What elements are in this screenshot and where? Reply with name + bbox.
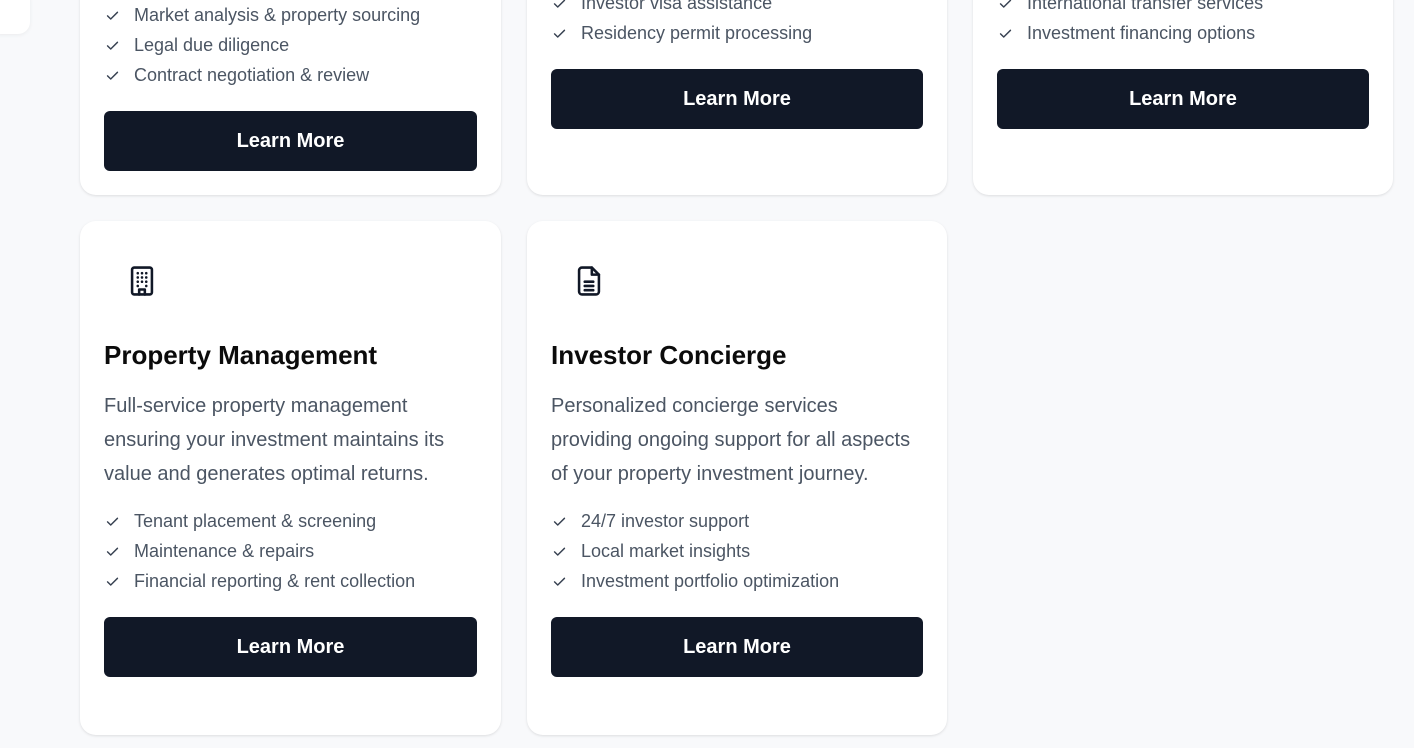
learn-more-button[interactable]: Learn More [104, 111, 477, 171]
service-card: Market analysis & property sourcing Lega… [80, 0, 501, 195]
feature-text: Investment financing options [1027, 22, 1256, 43]
card-description: Full-service property management ensurin… [104, 395, 445, 485]
feature-text: 24/7 investor support [581, 510, 750, 531]
service-card: International transfer services Investme… [973, 0, 1393, 195]
feature-item: Local market insights [551, 536, 923, 566]
feature-text: Legal due diligence [134, 34, 290, 55]
checkmark-icon [104, 513, 134, 530]
feature-list: Tenant placement & screening Maintenance… [104, 506, 477, 596]
feature-item: Residency permit processing [551, 18, 923, 48]
feature-item: Market analysis & property sourcing [104, 0, 477, 30]
feature-text: Investor visa assistance [581, 0, 773, 13]
checkmark-icon [104, 7, 134, 24]
checkmark-icon [104, 543, 134, 560]
feature-text: Financial reporting & rent collection [134, 570, 416, 591]
feature-list: Market analysis & property sourcing Lega… [104, 0, 477, 90]
checkmark-icon [551, 573, 581, 590]
learn-more-button[interactable]: Learn More [104, 617, 477, 677]
feature-item: International transfer services [997, 0, 1369, 18]
checkmark-icon [551, 543, 581, 560]
feature-text: Residency permit processing [581, 22, 813, 43]
service-card-property-management: Property Management Full-service propert… [80, 221, 501, 735]
card-title: Property Management [104, 340, 378, 370]
feature-item: Financial reporting & rent collection [104, 566, 477, 596]
feature-list: International transfer services Investme… [997, 0, 1369, 48]
building-icon [122, 261, 162, 301]
checkmark-icon [551, 513, 581, 530]
learn-more-button[interactable]: Learn More [997, 69, 1369, 129]
feature-text: Contract negotiation & review [134, 64, 370, 85]
card-title: Investor Concierge [551, 340, 787, 370]
feature-text: Market analysis & property sourcing [134, 4, 421, 25]
feature-item: Legal due diligence [104, 30, 477, 60]
feature-item: Maintenance & repairs [104, 536, 477, 566]
feature-text: Local market insights [581, 540, 751, 561]
feature-text: Maintenance & repairs [134, 540, 315, 561]
checkmark-icon [104, 67, 134, 84]
feature-text: Tenant placement & screening [134, 510, 377, 531]
checkmark-icon [997, 25, 1027, 42]
feature-item: Tenant placement & screening [104, 506, 477, 536]
feature-item: Investment portfolio optimization [551, 566, 923, 596]
feature-list: Investor visa assistance Residency permi… [551, 0, 923, 48]
feature-list: 24/7 investor support Local market insig… [551, 506, 923, 596]
checkmark-icon [551, 0, 581, 12]
services-page: Market analysis & property sourcing Lega… [0, 0, 1414, 748]
feature-text: Investment portfolio optimization [581, 570, 840, 591]
service-card: Investor visa assistance Residency permi… [527, 0, 947, 195]
checkmark-icon [551, 25, 581, 42]
feature-item: Investment financing options [997, 18, 1369, 48]
partial-card-edge [0, 0, 30, 34]
service-card-investor-concierge: Investor Concierge Personalized concierg… [527, 221, 947, 735]
feature-item: Investor visa assistance [551, 0, 923, 18]
checkmark-icon [104, 573, 134, 590]
learn-more-button[interactable]: Learn More [551, 69, 923, 129]
feature-item: 24/7 investor support [551, 506, 923, 536]
card-description: Personalized concierge services providin… [551, 395, 911, 485]
feature-item: Contract negotiation & review [104, 60, 477, 90]
learn-more-button[interactable]: Learn More [551, 617, 923, 677]
checkmark-icon [997, 0, 1027, 12]
checkmark-icon [104, 37, 134, 54]
feature-text: International transfer services [1027, 0, 1264, 13]
document-icon [569, 261, 609, 301]
